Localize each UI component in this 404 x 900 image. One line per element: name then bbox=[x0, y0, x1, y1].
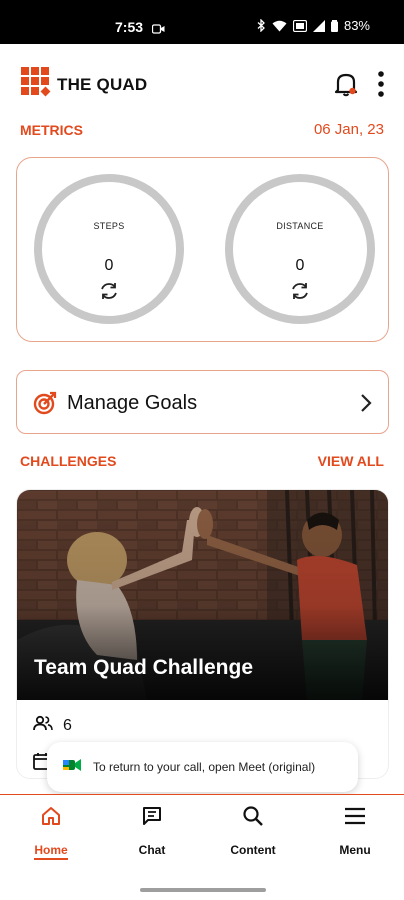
kebab-menu-icon[interactable] bbox=[377, 71, 385, 102]
nav-content-label: Content bbox=[230, 843, 276, 857]
bottom-nav: Home Chat Content Menu bbox=[0, 794, 404, 880]
app-header: THE QUAD bbox=[0, 44, 404, 122]
search-icon bbox=[218, 805, 288, 829]
steps-ring[interactable]: STEPS 0 bbox=[34, 174, 184, 324]
meet-icon bbox=[63, 758, 81, 777]
nav-home[interactable]: Home bbox=[16, 805, 86, 860]
wifi-icon bbox=[272, 20, 287, 32]
nav-menu-label: Menu bbox=[339, 843, 371, 857]
metrics-title: METRICS bbox=[20, 121, 83, 138]
home-icon bbox=[16, 805, 86, 829]
refresh-icon[interactable] bbox=[290, 281, 310, 306]
nav-home-label: Home bbox=[34, 843, 68, 860]
steps-label: STEPS bbox=[93, 221, 125, 231]
steps-value: 0 bbox=[104, 257, 114, 274]
nav-menu[interactable]: Menu bbox=[320, 805, 390, 857]
app-logo: THE QUAD bbox=[20, 66, 147, 103]
chevron-right-icon bbox=[360, 393, 372, 418]
target-icon bbox=[33, 391, 57, 420]
manage-goals-label: Manage Goals bbox=[67, 392, 198, 414]
metrics-header: METRICS 06 Jan, 23 bbox=[20, 121, 384, 138]
video-call-icon bbox=[151, 21, 165, 39]
app-name: THE QUAD bbox=[57, 74, 148, 94]
battery-icon bbox=[330, 19, 338, 32]
hamburger-icon bbox=[320, 805, 390, 829]
toast-text: To return to your call, open Meet (origi… bbox=[93, 760, 316, 774]
metrics-card: STEPS 0 DISTANCE 0 bbox=[16, 157, 389, 342]
participants-value: 6 bbox=[63, 716, 72, 734]
nav-content[interactable]: Content bbox=[218, 805, 288, 857]
meet-call-toast[interactable]: To return to your call, open Meet (origi… bbox=[47, 742, 358, 792]
gesture-bar[interactable] bbox=[140, 888, 266, 892]
chat-icon bbox=[117, 805, 187, 829]
distance-ring[interactable]: DISTANCE 0 bbox=[225, 174, 375, 324]
distance-value: 0 bbox=[295, 257, 305, 274]
logo-icon bbox=[20, 66, 52, 103]
bluetooth-icon bbox=[257, 19, 266, 32]
metrics-date[interactable]: 06 Jan, 23 bbox=[314, 121, 384, 138]
people-icon bbox=[33, 715, 53, 736]
challenge-card[interactable]: Team Quad Challenge 6 bbox=[16, 489, 389, 779]
signal-box-icon bbox=[292, 19, 307, 32]
challenges-title: CHALLENGES bbox=[20, 453, 117, 469]
status-time: 7:53 bbox=[115, 19, 144, 35]
nav-chat-label: Chat bbox=[138, 843, 166, 857]
view-all-link[interactable]: VIEW ALL bbox=[318, 453, 384, 469]
status-bar: 7:53 83% bbox=[0, 0, 404, 44]
nav-chat[interactable]: Chat bbox=[117, 805, 187, 857]
distance-label: DISTANCE bbox=[276, 221, 324, 231]
manage-goals-button[interactable]: Manage Goals bbox=[16, 370, 389, 434]
status-icons: 83% bbox=[257, 18, 370, 33]
challenge-title: Team Quad Challenge bbox=[34, 656, 253, 679]
refresh-icon[interactable] bbox=[99, 281, 119, 306]
participants-count: 6 bbox=[33, 715, 72, 736]
battery-percent: 83% bbox=[343, 18, 370, 33]
bell-icon[interactable] bbox=[334, 71, 358, 102]
challenges-header: CHALLENGES VIEW ALL bbox=[20, 453, 384, 469]
cell-signal-icon bbox=[312, 19, 325, 32]
